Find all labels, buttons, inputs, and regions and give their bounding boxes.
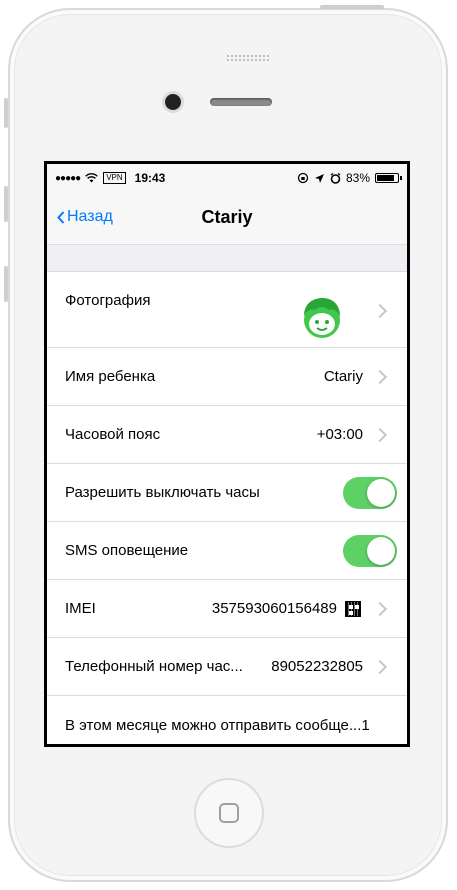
page-title: Ctariy — [201, 207, 253, 227]
row-imei-label: IMEI — [65, 600, 96, 617]
row-imei-value: 357593060156489 — [211, 600, 337, 617]
row-child-name-label: Имя ребенка — [65, 368, 156, 385]
row-timezone[interactable]: Часовой пояс +03:00 — [47, 406, 407, 464]
chevron-right-icon — [372, 369, 388, 384]
row-child-name-value: Ctariy — [323, 368, 363, 385]
battery-percent: 83% — [345, 171, 370, 185]
row-allow-off-label: Разрешить выключать часы — [65, 484, 260, 501]
display: ●●●●● VPN 19:43 83% Назад Ctariy Фотогра… — [47, 164, 407, 744]
toggle-knob — [367, 536, 395, 565]
toggle-knob — [367, 478, 395, 507]
row-messages[interactable]: В этом месяце можно отправить сообще...1 — [47, 696, 407, 744]
row-photo-label: Фотография — [65, 292, 151, 309]
row-child-name[interactable]: Имя ребенка Ctariy — [47, 348, 407, 406]
navigation-bar: Назад Ctariy — [47, 192, 407, 245]
alarm-icon — [330, 172, 341, 184]
battery-fill — [377, 175, 394, 181]
signal-dots-icon: ●●●●● — [55, 172, 81, 184]
row-allow-off: Разрешить выключать часы — [47, 464, 407, 522]
row-watch-phone[interactable]: Телефонный номер час... 89052232805 — [47, 638, 407, 696]
volume-up-button — [4, 186, 8, 222]
child-avatar-icon — [304, 298, 340, 338]
status-bar: ●●●●● VPN 19:43 83% — [47, 164, 407, 192]
section-gap — [47, 245, 407, 272]
row-messages-label: В этом месяце можно отправить сообще...1 — [65, 716, 370, 734]
row-photo[interactable]: Фотография — [47, 272, 407, 348]
row-timezone-value: +03:00 — [316, 426, 363, 443]
volume-down-button — [4, 266, 8, 302]
home-square-icon — [219, 803, 239, 823]
screen: ●●●●● VPN 19:43 83% Назад Ctariy Фотогра… — [44, 161, 410, 747]
earpiece — [210, 98, 272, 106]
status-time: 19:43 — [134, 171, 166, 185]
location-icon — [314, 173, 324, 183]
wifi-icon — [85, 173, 98, 183]
mute-switch — [4, 98, 8, 128]
chevron-right-icon — [372, 659, 388, 674]
row-sms-label: SMS оповещение — [65, 542, 189, 559]
battery-icon — [375, 173, 402, 183]
row-sms: SMS оповещение — [47, 522, 407, 580]
chevron-right-icon — [372, 303, 388, 319]
row-timezone-label: Часовой пояс — [65, 426, 161, 443]
qr-code-icon — [345, 600, 361, 617]
vpn-badge: VPN — [103, 172, 126, 184]
row-watch-phone-label: Телефонный номер час... — [65, 658, 243, 675]
settings-list: Фотография Имя ребенка Ctariy Часовой по… — [47, 272, 407, 744]
power-button — [320, 5, 384, 9]
rotation-lock-icon — [297, 172, 309, 184]
sms-toggle[interactable] — [343, 534, 397, 567]
home-button[interactable] — [194, 778, 264, 848]
row-watch-phone-value: 89052232805 — [271, 658, 363, 675]
row-imei[interactable]: IMEI 357593060156489 — [47, 580, 407, 638]
allow-off-toggle[interactable] — [343, 476, 397, 509]
chevron-right-icon — [372, 427, 388, 442]
front-camera — [165, 94, 181, 110]
speaker-grille — [226, 54, 270, 62]
chevron-right-icon — [372, 601, 388, 616]
